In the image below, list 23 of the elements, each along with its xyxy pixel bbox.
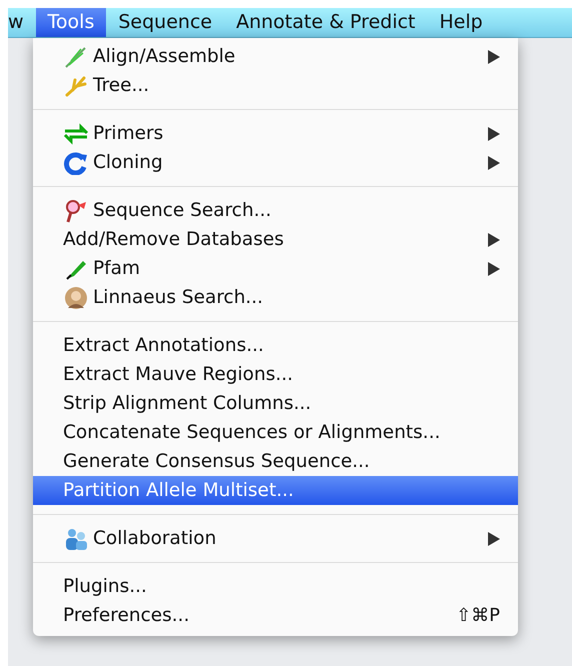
menu-title[interactable]: Annotate & Predict: [224, 8, 428, 37]
menu-item[interactable]: Plugins...: [33, 572, 518, 601]
menu-item[interactable]: Primers: [33, 119, 518, 148]
menu-item[interactable]: Extract Mauve Regions...: [33, 360, 518, 389]
menu-item[interactable]: Concatenate Sequences or Alignments...: [33, 418, 518, 447]
menu-item[interactable]: Tree...: [33, 71, 518, 100]
menu-title[interactable]: w: [8, 8, 36, 37]
menu-title[interactable]: Tools: [36, 8, 106, 37]
menu-title[interactable]: Sequence: [106, 8, 224, 37]
shortcut: ⇧⌘P: [456, 604, 500, 628]
menu-item[interactable]: Preferences... ⇧⌘P: [33, 601, 518, 630]
menu-item[interactable]: Pfam: [33, 254, 518, 283]
menu-item[interactable]: Generate Consensus Sequence...: [33, 447, 518, 476]
menu-item[interactable]: Collaboration: [33, 524, 518, 553]
menu-item[interactable]: Linnaeus Search...: [33, 283, 518, 312]
menu-item[interactable]: Cloning: [33, 148, 518, 177]
menu-item[interactable]: Add/Remove Databases: [33, 225, 518, 254]
menu-item[interactable]: Align/Assemble: [33, 42, 518, 71]
menu-title[interactable]: Help: [427, 8, 495, 37]
menu-item[interactable]: Partition Allele Multiset...: [33, 476, 518, 505]
menu-item[interactable]: Extract Annotations...: [33, 331, 518, 360]
menu-item[interactable]: Sequence Search...: [33, 196, 518, 225]
menu-item[interactable]: Strip Alignment Columns...: [33, 389, 518, 418]
